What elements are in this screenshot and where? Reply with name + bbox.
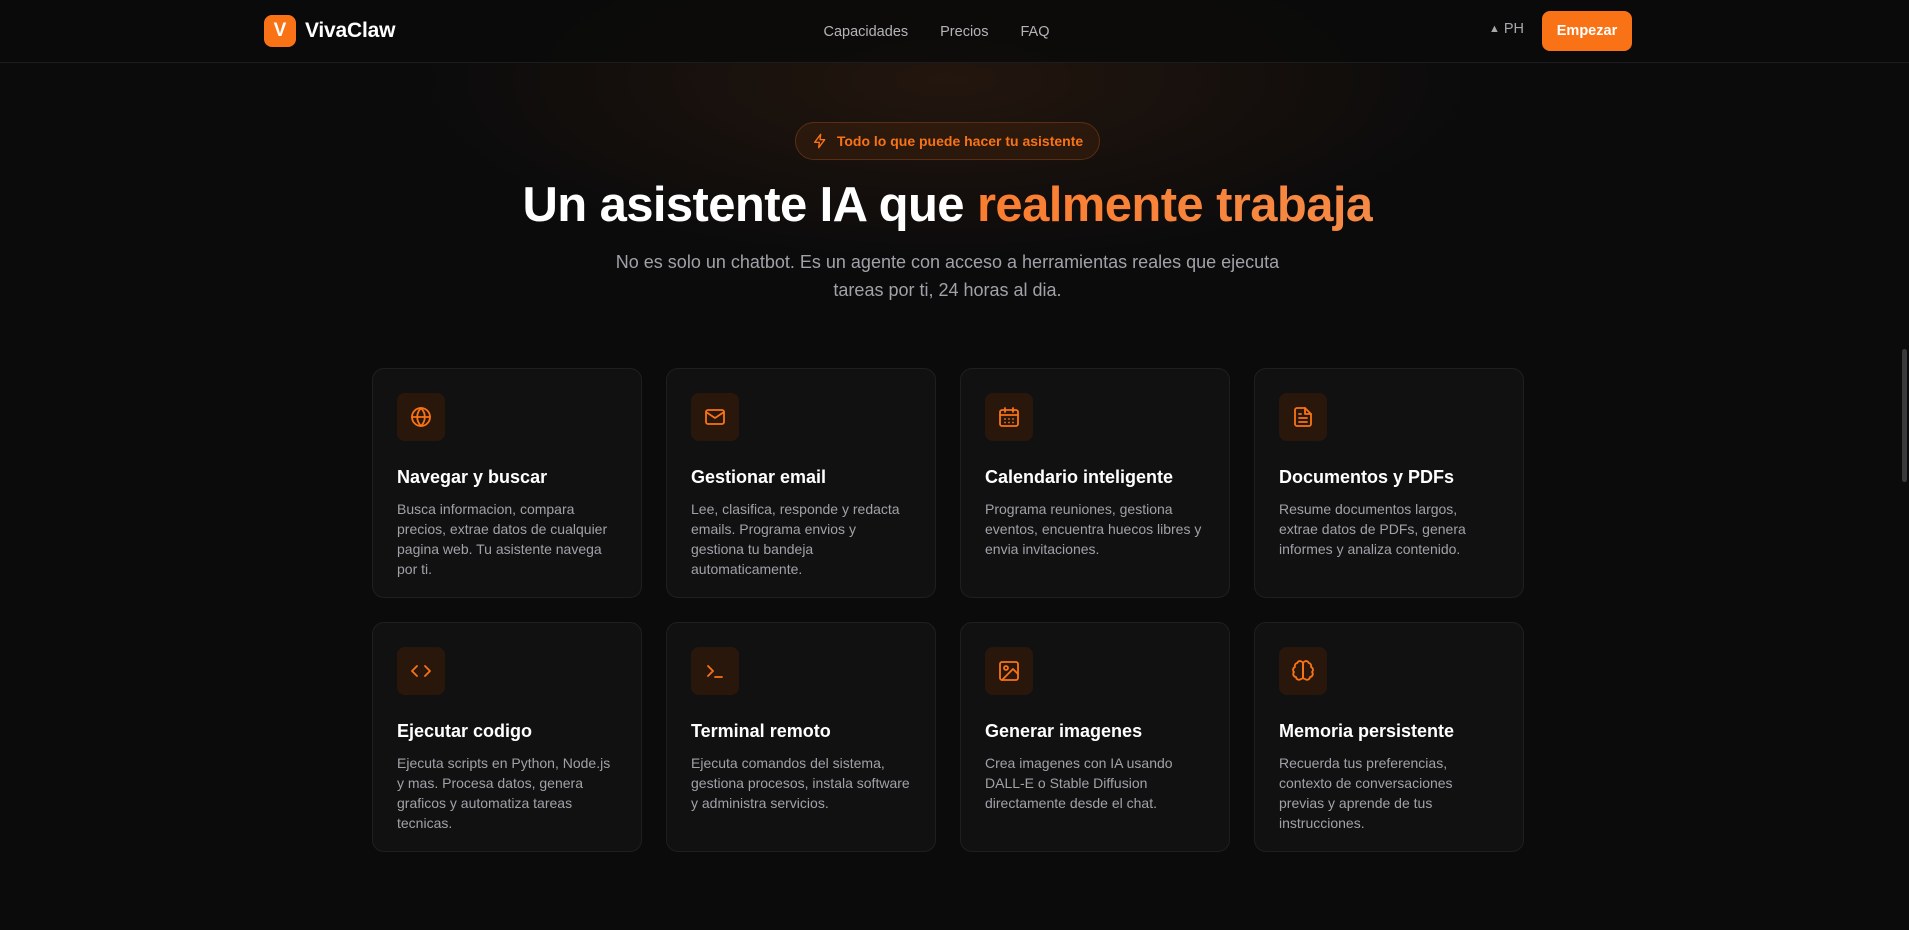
empezar-button[interactable]: Empezar (1542, 11, 1632, 51)
feature-description: Ejecuta scripts en Python, Node.js y mas… (397, 755, 611, 831)
calendar-icon (999, 407, 1019, 427)
feature-icon-box (691, 393, 739, 441)
image-icon (999, 661, 1019, 681)
feature-title: Ejecutar codigo (397, 721, 533, 741)
feature-description: Busca informacion, compara precios, extr… (397, 501, 608, 577)
feature-title: Gestionar email (691, 467, 827, 487)
feature-card: Generar imagenes Crea imagenes con IA us… (960, 622, 1230, 852)
nav-link-capacidades[interactable]: Capacidades (823, 24, 908, 40)
section-badge: Todo lo que puede hacer tu asistente (795, 122, 1100, 160)
feature-description: Recuerda tus preferencias, contexto de c… (1279, 755, 1453, 831)
feature-description: Programa reuniones, gestiona eventos, en… (985, 501, 1202, 557)
section-badge-label: Todo lo que puede hacer tu asistente (836, 133, 1084, 149)
feature-description: Resume documentos largos, extrae datos d… (1279, 501, 1466, 557)
globe-icon (411, 407, 431, 427)
product-hunt-link[interactable]: ▲ PH (1489, 21, 1524, 37)
page-title-plain: Un asistente IA que (522, 178, 977, 232)
feature-card: Navegar y buscar Busca informacion, comp… (372, 368, 642, 598)
feature-description: Crea imagenes con IA usando DALL-E o Sta… (985, 755, 1173, 811)
feature-title: Terminal remoto (691, 721, 831, 741)
triangle-up-icon: ▲ (1489, 23, 1500, 35)
product-hunt-label: PH (1503, 21, 1525, 37)
lightning-icon (813, 133, 826, 149)
top-navbar: V VivaClaw Capacidades Precios FAQ ▲ PH … (0, 0, 1909, 63)
feature-icon-box (397, 393, 445, 441)
feature-description: Lee, clasifica, responde y redacta email… (691, 501, 900, 577)
brain-icon (1292, 660, 1314, 681)
feature-icon-box (985, 393, 1033, 441)
document-icon (1294, 407, 1312, 427)
terminal-icon (707, 665, 723, 678)
feature-icon-box (691, 647, 739, 695)
page-scrollbar[interactable] (1902, 349, 1907, 482)
feature-card: Ejecutar codigo Ejecuta scripts en Pytho… (372, 622, 642, 852)
nav-link-faq[interactable]: FAQ (1021, 24, 1050, 40)
nav-link-precios[interactable]: Precios (940, 24, 988, 40)
feature-card: Documentos y PDFs Resume documentos larg… (1254, 368, 1524, 598)
feature-title: Documentos y PDFs (1279, 467, 1455, 487)
feature-description: Ejecuta comandos del sistema, gestiona p… (691, 755, 910, 811)
page-title-accent: realmente trabaja (976, 178, 1373, 232)
feature-icon-box (1279, 393, 1327, 441)
feature-title: Memoria persistente (1279, 721, 1455, 741)
feature-title: Calendario inteligente (985, 467, 1174, 487)
feature-card: Gestionar email Lee, clasifica, responde… (666, 368, 936, 598)
feature-icon-box (1279, 647, 1327, 695)
mail-icon (705, 409, 725, 425)
brand-badge-icon: V (264, 15, 296, 47)
feature-title: Generar imagenes (985, 721, 1143, 741)
code-icon (411, 665, 431, 677)
brand-logo[interactable]: V VivaClaw (264, 15, 395, 47)
feature-title: Navegar y buscar (397, 467, 548, 487)
feature-icon-box (985, 647, 1033, 695)
feature-icon-box (397, 647, 445, 695)
features-grid: Navegar y buscar Busca informacion, comp… (372, 368, 1524, 852)
page-subtitle: No es solo un chatbot. Es un agente con … (615, 252, 1280, 300)
feature-card: Terminal remoto Ejecuta comandos del sis… (666, 622, 936, 852)
feature-card: Memoria persistente Recuerda tus prefere… (1254, 622, 1524, 852)
page-title: Un asistente IA que realmente trabaja (0, 177, 1895, 233)
feature-card: Calendario inteligente Programa reunione… (960, 368, 1230, 598)
brand-name: VivaClaw (305, 19, 396, 42)
